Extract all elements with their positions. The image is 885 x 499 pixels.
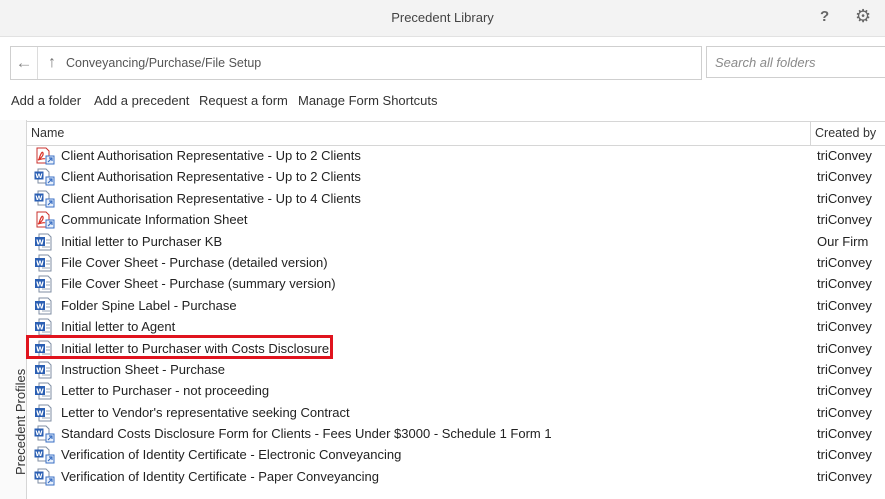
table-row[interactable]: W Client Authorisation Representative - U…: [27, 188, 885, 209]
precedent-name: Client Authorisation Representative - Up…: [61, 169, 361, 185]
search-input[interactable]: [706, 46, 885, 78]
created-by: triConvey: [817, 148, 872, 163]
back-arrow-icon[interactable]: ←: [11, 47, 38, 79]
table-row[interactable]: W Folder Spine Label - Purchase triConvey: [27, 295, 885, 316]
svg-text:W: W: [35, 450, 42, 458]
table-row[interactable]: W Letter to Vendor's representative seeki…: [27, 402, 885, 423]
word-shortcut-icon: W: [34, 190, 56, 208]
created-by: Our Firm: [817, 233, 869, 249]
table-row[interactable]: Communicate Information Sheet triConvey: [27, 209, 885, 230]
created-by: triConvey: [817, 340, 872, 356]
precedent-name: Folder Spine Label - Purchase: [61, 297, 237, 313]
table-row[interactable]: W Verification of Identity Certificate - …: [27, 466, 885, 487]
precedent-profiles-label: Precedent Profiles: [13, 368, 28, 475]
precedent-name: Letter to Purchaser - not proceeding: [61, 383, 270, 399]
help-icon[interactable]: ?: [820, 8, 829, 25]
table-row[interactable]: W Client Authorisation Representative - U…: [27, 166, 885, 187]
svg-text:W: W: [36, 366, 44, 374]
precedent-name: Letter to Vendor's representative seekin…: [61, 404, 350, 420]
precedent-name: File Cover Sheet - Purchase (detailed ve…: [61, 254, 328, 270]
manage-form-shortcuts-button[interactable]: Manage Form Shortcuts: [298, 93, 437, 108]
precedent-name: Verification of Identity Certificate - P…: [61, 468, 379, 484]
table-row[interactable]: Client Authorisation Representative - Up…: [27, 145, 885, 166]
table-row[interactable]: W Verification of Identity Certificate - …: [27, 444, 885, 465]
precedent-name: Initial letter to Purchaser with Costs D…: [61, 340, 330, 356]
svg-text:W: W: [36, 409, 44, 417]
add-folder-button[interactable]: Add a folder: [11, 93, 81, 108]
precedent-name: Client Authorisation Representative - Up…: [61, 148, 361, 163]
column-header-name[interactable]: Name: [31, 126, 64, 140]
up-arrow-icon[interactable]: ↑: [43, 47, 61, 79]
word-shortcut-icon: W: [34, 168, 56, 186]
word-shortcut-icon: W: [34, 468, 56, 486]
precedent-name: Verification of Identity Certificate - E…: [61, 447, 402, 463]
created-by: triConvey: [817, 169, 872, 185]
svg-text:W: W: [35, 429, 42, 437]
svg-text:W: W: [36, 324, 44, 332]
table-row[interactable]: W File Cover Sheet - Purchase (detailed v…: [27, 252, 885, 273]
table-row[interactable]: W Instruction Sheet - Purchase triConvey: [27, 359, 885, 380]
word-document-icon: W: [34, 318, 56, 336]
table-row[interactable]: W Initial letter to Purchaser with Costs …: [27, 338, 885, 359]
word-document-icon: W: [34, 382, 56, 400]
svg-text:W: W: [36, 302, 44, 310]
svg-text:W: W: [35, 172, 42, 180]
precedent-name: Standard Costs Disclosure Form for Clien…: [61, 426, 552, 442]
precedent-profiles-tab[interactable]: Precedent Profiles: [0, 120, 28, 499]
table-row[interactable]: W Initial letter to Purchaser KB Our Firm: [27, 231, 885, 252]
created-by: triConvey: [817, 276, 872, 292]
title-bar: Precedent Library ? ⚙: [0, 0, 885, 37]
table-row[interactable]: W File Cover Sheet - Purchase (summary ve…: [27, 273, 885, 294]
svg-text:W: W: [36, 345, 44, 353]
column-divider[interactable]: [810, 122, 811, 145]
table-row[interactable]: W Standard Costs Disclosure Form for Clie…: [27, 423, 885, 444]
precedent-name: Client Authorisation Representative - Up…: [61, 190, 361, 206]
pdf-shortcut-icon: [34, 147, 56, 165]
table-header: Name Created by: [27, 121, 885, 146]
word-document-icon: W: [34, 340, 56, 358]
created-by: triConvey: [817, 447, 872, 463]
word-document-icon: W: [34, 297, 56, 315]
window-title: Precedent Library: [391, 10, 494, 25]
svg-text:W: W: [35, 472, 42, 480]
column-header-created-by[interactable]: Created by: [815, 126, 876, 140]
precedent-name: Instruction Sheet - Purchase: [61, 361, 226, 377]
svg-text:W: W: [36, 238, 44, 246]
word-document-icon: W: [34, 361, 56, 379]
precedent-list: Client Authorisation Representative - Up…: [27, 145, 885, 487]
gear-icon[interactable]: ⚙: [855, 6, 871, 27]
table-row[interactable]: W Letter to Purchaser - not proceeding tri…: [27, 380, 885, 401]
svg-text:W: W: [36, 259, 44, 267]
created-by: triConvey: [817, 254, 872, 270]
pdf-shortcut-icon: [34, 211, 56, 229]
created-by: triConvey: [817, 383, 872, 399]
created-by: triConvey: [817, 297, 872, 313]
current-path[interactable]: Conveyancing/Purchase/File Setup: [66, 56, 261, 70]
svg-text:W: W: [36, 281, 44, 289]
add-precedent-button[interactable]: Add a precedent: [94, 93, 189, 108]
precedent-name: Communicate Information Sheet: [61, 212, 248, 228]
created-by: triConvey: [817, 190, 872, 206]
created-by: triConvey: [817, 468, 872, 484]
svg-text:W: W: [35, 194, 42, 202]
created-by: triConvey: [817, 212, 872, 228]
created-by: triConvey: [817, 426, 872, 442]
word-document-icon: W: [34, 233, 56, 251]
word-shortcut-icon: W: [34, 446, 56, 464]
table-row[interactable]: W Initial letter to Agent triConvey: [27, 316, 885, 337]
word-document-icon: W: [34, 254, 56, 272]
path-bar: ← ↑ Conveyancing/Purchase/File Setup: [10, 46, 702, 80]
created-by: triConvey: [817, 404, 872, 420]
precedent-name: Initial letter to Purchaser KB: [61, 233, 223, 249]
word-shortcut-icon: W: [34, 425, 56, 443]
created-by: triConvey: [817, 319, 872, 335]
precedent-name: Initial letter to Agent: [61, 319, 176, 335]
svg-text:W: W: [36, 388, 44, 396]
word-document-icon: W: [34, 404, 56, 422]
request-form-button[interactable]: Request a form: [199, 93, 288, 108]
created-by: triConvey: [817, 361, 872, 377]
word-document-icon: W: [34, 275, 56, 293]
precedent-name: File Cover Sheet - Purchase (summary ver…: [61, 276, 336, 292]
